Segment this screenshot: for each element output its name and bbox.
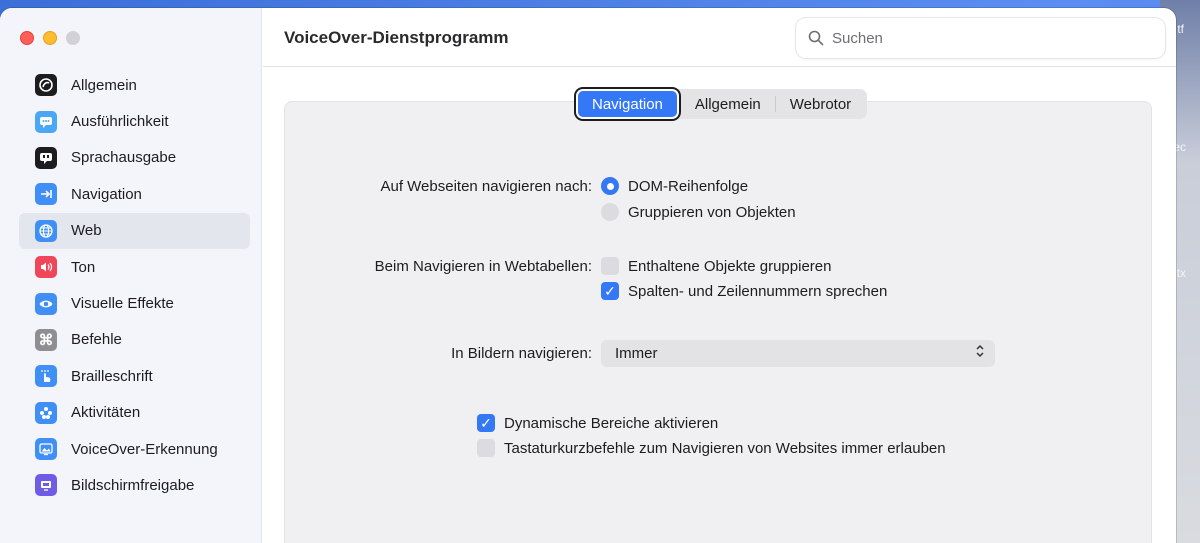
radio-label: Gruppieren von Objekten bbox=[628, 203, 796, 221]
checkbox-label: Tastaturkurzbefehle zum Navigieren von W… bbox=[504, 439, 946, 457]
checkbox-label: Dynamische Bereiche aktivieren bbox=[504, 414, 719, 432]
checkbox-checked[interactable]: ✓ bbox=[601, 282, 619, 300]
tab-webrotor[interactable]: Webrotor bbox=[776, 91, 865, 117]
sidebar-item-sprachausgabe[interactable]: Sprachausgabe bbox=[19, 140, 250, 176]
sidebar-item-ton[interactable]: Ton bbox=[19, 249, 250, 285]
radio-label: DOM-Reihenfolge bbox=[628, 177, 749, 195]
screen-sharing-icon bbox=[35, 474, 57, 497]
speech-icon bbox=[35, 146, 57, 169]
radio-button[interactable] bbox=[601, 203, 619, 221]
checkbox-label: Spalten- und Zeilennummern sprechen bbox=[628, 282, 888, 300]
sidebar-item-voiceover-erkennung[interactable]: VoiceOver-Erkennung bbox=[19, 431, 250, 467]
images-popup-button[interactable]: Immer bbox=[601, 340, 995, 367]
radio-dom-order[interactable]: DOM-Reihenfolge bbox=[601, 177, 748, 195]
desktop-file-label: tx bbox=[1176, 266, 1186, 280]
checkbox[interactable] bbox=[477, 439, 495, 457]
web-tables-label: Beim Navigieren in Webtabellen: bbox=[374, 258, 592, 275]
settings-panel bbox=[284, 101, 1152, 543]
zoom-button[interactable] bbox=[66, 31, 80, 45]
voiceover-icon bbox=[35, 74, 57, 97]
sidebar-item-label: Ausführlichkeit bbox=[71, 113, 169, 131]
checkbox-dynamic-regions[interactable]: ✓ Dynamische Bereiche aktivieren bbox=[477, 414, 718, 432]
sidebar-item-label: Sprachausgabe bbox=[71, 149, 177, 167]
sidebar-item-label: Ton bbox=[71, 258, 96, 276]
sidebar-item-label: Visuelle Effekte bbox=[71, 295, 174, 313]
close-button[interactable] bbox=[20, 31, 34, 45]
images-label: In Bildern navigieren: bbox=[451, 345, 592, 362]
sidebar-item-allgemein[interactable]: Allgemein bbox=[19, 67, 250, 103]
checkbox[interactable] bbox=[601, 257, 619, 275]
sidebar-item-label: Brailleschrift bbox=[71, 367, 153, 385]
command-icon: ⌘ bbox=[35, 328, 57, 351]
app-window: Allgemein Ausführlichkeit Sprachausgabe … bbox=[0, 8, 1176, 543]
sidebar-list: Allgemein Ausführlichkeit Sprachausgabe … bbox=[19, 67, 250, 504]
desktop-file-label: tf bbox=[1177, 22, 1184, 36]
sidebar-item-aktivitaeten[interactable]: Aktivitäten bbox=[19, 395, 250, 431]
toolbar: VoiceOver-Dienstprogramm bbox=[263, 8, 1176, 67]
radio-group-objects[interactable]: Gruppieren von Objekten bbox=[601, 203, 796, 221]
sidebar-item-label: Befehle bbox=[71, 331, 122, 349]
search-input[interactable] bbox=[832, 29, 1132, 47]
window-title: VoiceOver-Dienstprogramm bbox=[284, 28, 509, 47]
sidebar-item-label: Web bbox=[71, 222, 102, 240]
search-field[interactable] bbox=[796, 18, 1165, 58]
window-controls bbox=[20, 31, 80, 45]
arrow-right-icon bbox=[35, 183, 57, 206]
tab-allgemein[interactable]: Allgemein bbox=[681, 91, 775, 117]
checkbox-checked[interactable]: ✓ bbox=[477, 414, 495, 432]
eye-icon bbox=[35, 292, 57, 315]
recognition-icon bbox=[35, 438, 57, 461]
minimize-button[interactable] bbox=[43, 31, 57, 45]
radio-button-selected[interactable] bbox=[601, 177, 619, 195]
navigate-by-label: Auf Webseiten navigieren nach: bbox=[380, 178, 592, 195]
sidebar-item-navigation[interactable]: Navigation bbox=[19, 176, 250, 212]
tab-navigation[interactable]: Navigation bbox=[578, 91, 677, 117]
sidebar-item-ausfuehrlichkeit[interactable]: Ausführlichkeit bbox=[19, 103, 250, 139]
sidebar-item-label: Allgemein bbox=[71, 76, 137, 94]
checkbox-group-contained-objects[interactable]: Enthaltene Objekte gruppieren bbox=[601, 257, 831, 275]
sidebar-item-visuelle-effekte[interactable]: Visuelle Effekte bbox=[19, 285, 250, 321]
globe-icon bbox=[35, 219, 57, 242]
braille-hand-icon bbox=[35, 365, 57, 388]
sidebar-item-label: Navigation bbox=[71, 185, 142, 203]
chevron-up-down-icon bbox=[975, 344, 985, 361]
speech-bubble-icon bbox=[35, 110, 57, 133]
tab-bar: Navigation Allgemein Webrotor bbox=[574, 89, 868, 119]
sidebar-item-web[interactable]: Web bbox=[19, 212, 250, 249]
speaker-icon bbox=[35, 256, 57, 279]
checkbox-speak-row-column-numbers[interactable]: ✓ Spalten- und Zeilennummern sprechen bbox=[601, 282, 887, 300]
images-popup-value: Immer bbox=[615, 345, 658, 362]
activities-icon bbox=[35, 401, 57, 424]
main-content: VoiceOver-Dienstprogramm Navigation Allg… bbox=[263, 8, 1176, 543]
sidebar-item-befehle[interactable]: ⌘ Befehle bbox=[19, 322, 250, 358]
search-icon bbox=[808, 30, 824, 46]
sidebar-item-bildschirmfreigabe[interactable]: Bildschirmfreigabe bbox=[19, 467, 250, 503]
sidebar-item-label: Aktivitäten bbox=[71, 404, 141, 422]
checkbox-label: Enthaltene Objekte gruppieren bbox=[628, 257, 832, 275]
sidebar: Allgemein Ausführlichkeit Sprachausgabe … bbox=[0, 8, 262, 543]
sidebar-item-label: VoiceOver-Erkennung bbox=[71, 440, 218, 458]
sidebar-item-brailleschrift[interactable]: Brailleschrift bbox=[19, 358, 250, 394]
checkbox-keyboard-shortcuts[interactable]: Tastaturkurzbefehle zum Navigieren von W… bbox=[477, 439, 946, 457]
sidebar-item-label: Bildschirmfreigabe bbox=[71, 476, 195, 494]
